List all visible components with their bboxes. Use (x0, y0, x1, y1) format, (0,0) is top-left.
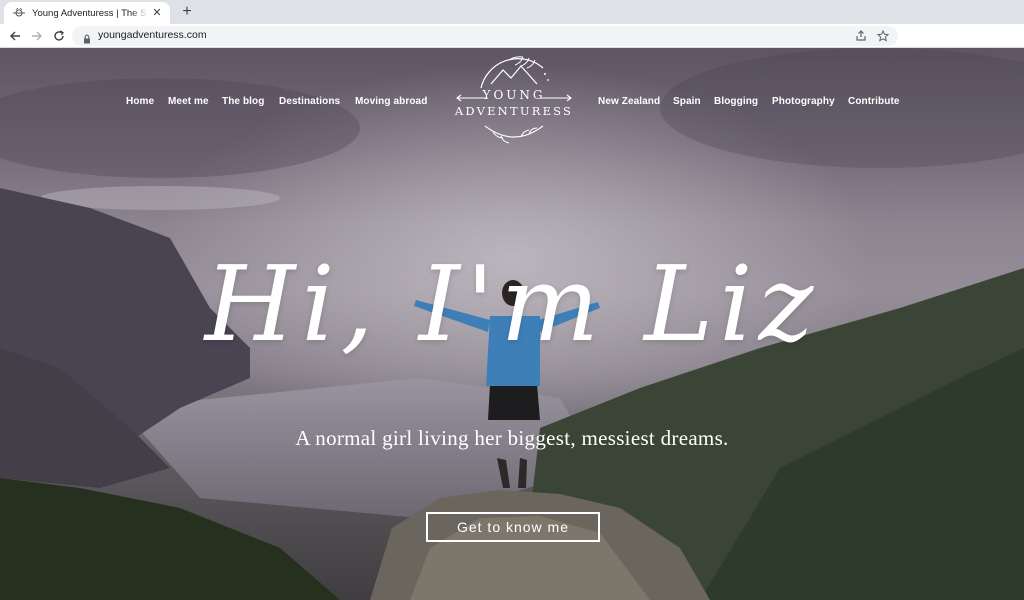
hero-headline: Hi, I'm Liz (204, 243, 820, 365)
forward-icon[interactable] (28, 27, 46, 45)
nav-item-spain[interactable]: Spain (673, 96, 701, 107)
logo-text-young: YOUNG (482, 88, 546, 102)
back-icon[interactable] (6, 27, 24, 45)
lock-icon[interactable] (82, 31, 92, 44)
site-logo[interactable]: YOUNG ADVENTURESS (451, 54, 577, 154)
url-text[interactable]: youngadventuress.com (98, 29, 207, 41)
logo-text-adventuress: ADVENTURESS (454, 104, 574, 118)
nav-item-moving-abroad[interactable]: Moving abroad (355, 96, 427, 107)
browser-tab-strip: Young Adventuress | The Solo Female Trav… (0, 0, 1024, 24)
nav-item-meet-me[interactable]: Meet me (168, 96, 209, 107)
bookmark-star-icon[interactable] (876, 29, 890, 43)
nav-item-blogging[interactable]: Blogging (714, 96, 758, 107)
browser-tab[interactable]: Young Adventuress | The Solo Female Trav… (4, 2, 170, 24)
nav-item-home[interactable]: Home (126, 96, 154, 107)
hero-tagline: A normal girl living her biggest, messie… (295, 426, 729, 450)
nav-item-destinations[interactable]: Destinations (279, 96, 340, 107)
favicon-icon (12, 6, 26, 20)
nav-item-photography[interactable]: Photography (772, 96, 835, 107)
tab-title: Young Adventuress | The Solo Female Trav… (32, 7, 148, 19)
get-to-know-me-button[interactable]: Get to know me (426, 512, 600, 542)
hero-section: Home Meet me The blog Destinations Movin… (0, 48, 1024, 600)
nav-item-contribute[interactable]: Contribute (848, 96, 900, 107)
close-icon[interactable]: ✕ (150, 6, 164, 20)
share-icon[interactable] (854, 29, 868, 43)
new-tab-icon[interactable]: + (178, 3, 196, 21)
nav-item-new-zealand[interactable]: New Zealand (598, 96, 660, 107)
browser-toolbar: youngadventuress.com (0, 24, 1024, 48)
reload-icon[interactable] (50, 27, 68, 45)
address-bar[interactable]: youngadventuress.com (72, 26, 898, 46)
nav-item-the-blog[interactable]: The blog (222, 96, 264, 107)
